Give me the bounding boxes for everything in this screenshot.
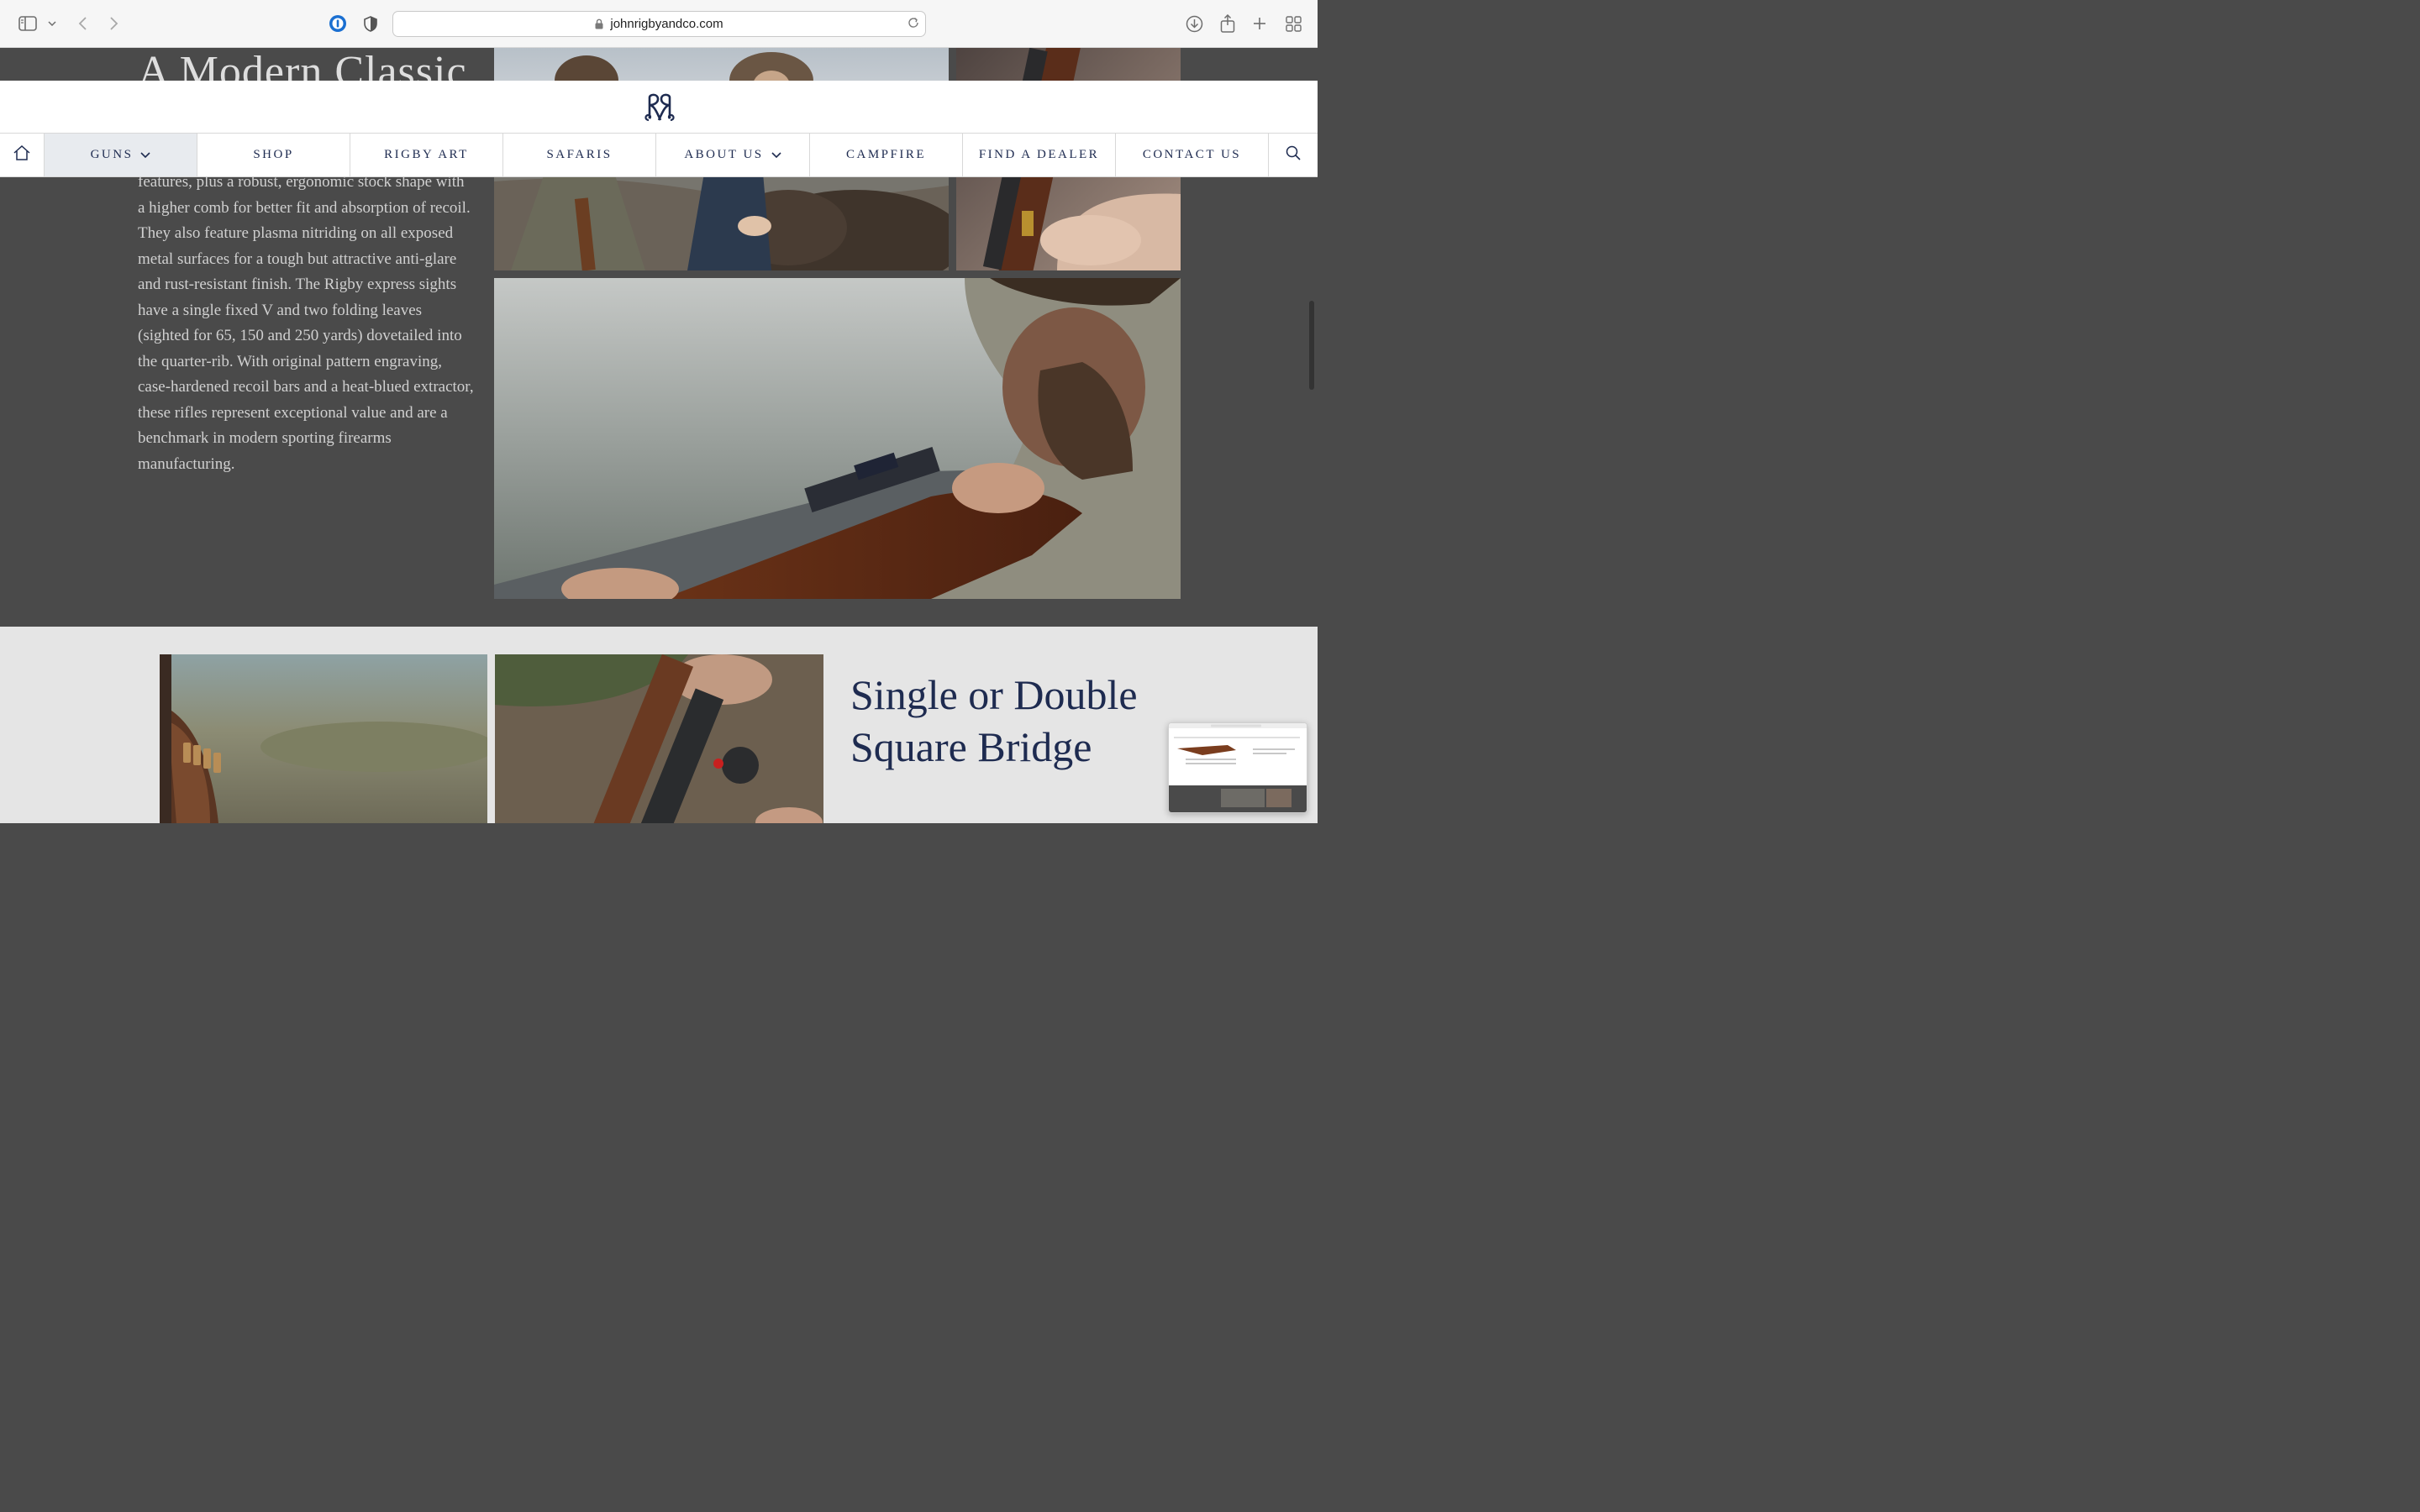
cartridge-belt-photo	[160, 654, 487, 823]
nav-item-safaris[interactable]: SAFARIS	[503, 134, 656, 176]
privacy-shield-icon[interactable]	[361, 12, 380, 35]
nav-item-find-a-dealer[interactable]: FIND A DEALER	[963, 134, 1116, 176]
reload-icon[interactable]	[907, 16, 920, 33]
square-bridge-heading: Single or Double Square Bridge	[850, 669, 1138, 773]
nav-item-about-us[interactable]: ABOUT US	[656, 134, 810, 176]
url-text: johnrigbyandco.com	[610, 17, 723, 31]
nav-item-rigby-art[interactable]: RIGBY ART	[350, 134, 503, 176]
page-scrollbar[interactable]	[1309, 301, 1314, 390]
nav-label: FIND A DEALER	[978, 148, 1100, 161]
share-icon[interactable]	[1218, 12, 1238, 35]
nav-label: CAMPFIRE	[845, 148, 927, 161]
heading-line: Single or Double	[850, 671, 1138, 718]
hunter-aiming-rifle-photo	[494, 278, 1181, 599]
nav-label: ABOUT US	[684, 148, 764, 161]
section-body-text: features, plus a robust, ergonomic stock…	[138, 173, 474, 473]
nav-home[interactable]	[0, 134, 45, 176]
heading-line: Square Bridge	[850, 723, 1092, 770]
home-icon	[13, 144, 30, 165]
tab-group-chevron-down-icon[interactable]	[46, 12, 58, 35]
nav-label: RIGBY ART	[384, 148, 469, 161]
downloads-icon[interactable]	[1184, 12, 1204, 35]
password-manager-icon[interactable]	[328, 12, 348, 35]
nav-label: CONTACT US	[1142, 148, 1242, 161]
search-icon	[1286, 145, 1301, 165]
back-icon[interactable]	[74, 12, 91, 35]
lock-icon	[595, 18, 603, 29]
nav-item-guns[interactable]: GUNS	[45, 134, 197, 176]
main-navigation: GUNS SHOP RIGBY ART SAFARIS ABOUT US CAM…	[0, 133, 1318, 176]
nav-search[interactable]	[1269, 134, 1318, 176]
nav-item-contact-us[interactable]: CONTACT US	[1116, 134, 1269, 176]
chevron-down-icon	[140, 151, 150, 159]
nav-item-campfire[interactable]: CAMPFIRE	[810, 134, 963, 176]
tab-overview-icon[interactable]	[1283, 12, 1303, 35]
nav-label: GUNS	[90, 148, 134, 161]
address-bar[interactable]: johnrigbyandco.com	[392, 11, 926, 37]
browser-toolbar: johnrigbyandco.com	[0, 0, 1318, 48]
chevron-down-icon	[771, 151, 781, 159]
nav-label: SAFARIS	[546, 148, 613, 161]
new-tab-plus-icon[interactable]	[1250, 12, 1269, 35]
nav-label: SHOP	[253, 148, 294, 161]
screenshot-preview-thumbnail[interactable]	[1168, 722, 1307, 813]
forward-icon[interactable]	[106, 12, 123, 35]
rifle-scope-photo	[495, 654, 823, 823]
site-header: GUNS SHOP RIGBY ART SAFARIS ABOUT US CAM…	[0, 81, 1318, 177]
sidebar-toggle-icon[interactable]	[17, 12, 39, 35]
rigby-logo-icon[interactable]	[642, 92, 677, 123]
nav-item-shop[interactable]: SHOP	[197, 134, 350, 176]
